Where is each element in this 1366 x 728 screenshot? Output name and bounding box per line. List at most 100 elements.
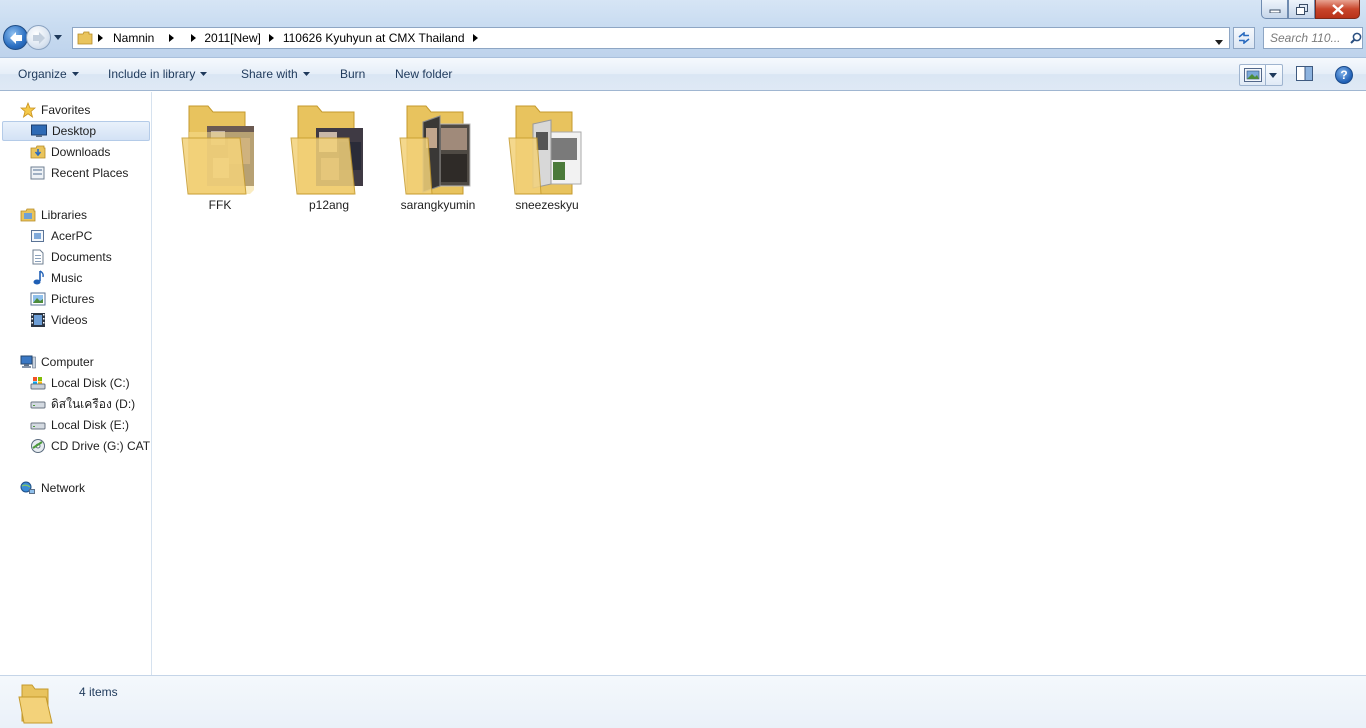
sidebar-group-libraries[interactable]: Libraries: [20, 205, 87, 225]
address-bar[interactable]: Namnin 2011[New] 110626 Kyuhyun at CMX T…: [72, 27, 1230, 49]
search-input[interactable]: [1270, 31, 1348, 45]
sidebar-item-label: Videos: [51, 313, 88, 327]
hard-drive-icon: [30, 422, 46, 430]
sidebar-group-label: Libraries: [41, 208, 88, 222]
share-with-menu[interactable]: Share with: [241, 67, 310, 81]
breadcrumb-item[interactable]: 2011[New]: [200, 31, 264, 45]
libraries-icon: [20, 208, 36, 222]
sidebar-group-computer[interactable]: Computer: [20, 352, 94, 372]
window-controls: [1261, 0, 1360, 19]
search-box[interactable]: [1263, 27, 1363, 49]
burn-label: Burn: [340, 67, 366, 81]
sidebar-item-videos[interactable]: Videos: [30, 310, 87, 330]
organize-label: Organize: [18, 67, 67, 81]
restore-button[interactable]: [1288, 0, 1315, 19]
sidebar-item-label: AcerPC: [51, 229, 93, 243]
sidebar-group-network[interactable]: Network: [20, 478, 85, 498]
search-icon[interactable]: [1350, 32, 1362, 44]
sidebar-item-documents[interactable]: Documents: [30, 247, 112, 267]
refresh-button[interactable]: [1233, 27, 1255, 49]
new-folder-label: New folder: [395, 67, 453, 81]
chevron-down-icon: [71, 72, 79, 76]
refresh-icon: [1238, 32, 1250, 44]
close-button[interactable]: [1315, 0, 1360, 19]
folder-tile[interactable]: p12ang: [279, 98, 379, 212]
folder-tile[interactable]: sarangkyumin: [388, 98, 488, 212]
item-count: 4 items: [79, 685, 118, 699]
sidebar-item-local-disk-c[interactable]: Local Disk (C:): [30, 373, 130, 393]
folder-thumbnail-icon: [508, 105, 582, 195]
forward-arrow-icon: [32, 31, 45, 44]
hard-drive-icon: [30, 401, 46, 409]
breadcrumb-root-arrow[interactable]: [93, 28, 107, 48]
title-bar: Namnin 2011[New] 110626 Kyuhyun at CMX T…: [0, 0, 1366, 58]
sidebar-item-label: Local Disk (C:): [51, 376, 130, 390]
new-folder-button[interactable]: New folder: [395, 67, 452, 81]
sidebar-item-label: Documents: [51, 250, 112, 264]
recent-pages-dropdown[interactable]: [53, 35, 63, 40]
breadcrumb-separator[interactable]: [469, 34, 483, 42]
folder-tile[interactable]: sneezeskyu: [497, 98, 597, 212]
sidebar-group-favorites[interactable]: Favorites: [20, 100, 90, 120]
sidebar-item-label: Downloads: [51, 145, 111, 159]
system-drive-icon: [30, 377, 46, 390]
breadcrumb: Namnin 2011[New] 110626 Kyuhyun at CMX T…: [107, 28, 483, 48]
breadcrumb-item[interactable]: 110626 Kyuhyun at CMX Thailand: [279, 31, 469, 45]
nav-buttons: [3, 25, 63, 50]
library-folder-icon: [31, 230, 44, 242]
sidebar-group-label: Favorites: [41, 103, 91, 117]
folder-name: sneezeskyu: [515, 198, 579, 212]
folder-name: sarangkyumin: [400, 198, 476, 212]
sidebar-item-label: ดิสในเครือง (D:): [51, 396, 136, 411]
sidebar-item-label: Local Disk (E:): [51, 418, 130, 432]
folder-thumbnail-icon: [399, 105, 471, 195]
documents-icon: [32, 249, 44, 265]
sidebar-item-downloads[interactable]: Downloads: [30, 142, 110, 162]
folder-name: p12ang: [308, 198, 350, 212]
chevron-right-icon: [190, 34, 196, 42]
sidebar-item-pictures[interactable]: Pictures: [30, 289, 94, 309]
network-icon: [20, 481, 35, 494]
breadcrumb-separator[interactable]: [164, 34, 178, 42]
sidebar-item-cd-drive-g[interactable]: CD Drive (G:) CAT C: [30, 436, 152, 456]
folder-icon: [77, 31, 93, 45]
organize-menu[interactable]: Organize: [18, 67, 79, 81]
minimize-button[interactable]: [1261, 0, 1288, 19]
breadcrumb-separator[interactable]: [186, 34, 200, 42]
include-in-library-menu[interactable]: Include in library: [108, 67, 208, 81]
back-button[interactable]: [3, 25, 28, 50]
music-icon: [33, 270, 44, 285]
sidebar-item-local-disk-e[interactable]: Local Disk (E:): [30, 415, 129, 435]
desktop-icon: [31, 124, 47, 137]
address-history-dropdown[interactable]: [1215, 34, 1223, 48]
help-button[interactable]: ?: [1335, 66, 1353, 84]
sidebar-item-recent-places[interactable]: Recent Places: [30, 163, 128, 183]
preview-pane-button[interactable]: [1296, 66, 1314, 85]
sidebar-item-music[interactable]: Music: [30, 268, 82, 288]
chevron-down-icon: [1215, 40, 1223, 45]
chevron-down-icon: [302, 72, 310, 76]
sidebar-item-acerpc[interactable]: AcerPC: [30, 226, 92, 246]
sidebar-group-label: Network: [41, 481, 86, 495]
back-arrow-icon: [9, 31, 22, 44]
details-pane: 4 items: [0, 675, 1366, 728]
sidebar-group-label: Computer: [41, 355, 94, 369]
sidebar-item-drive-d[interactable]: ดิสในเครือง (D:): [30, 394, 135, 414]
folder-thumbnail-icon: [181, 105, 254, 195]
chevron-down-icon[interactable]: [1269, 72, 1277, 78]
breadcrumb-separator[interactable]: [265, 34, 279, 42]
minimize-icon: [1269, 9, 1280, 13]
burn-button[interactable]: Burn: [340, 67, 365, 81]
downloads-icon: [30, 145, 46, 159]
computer-icon: [20, 355, 36, 369]
sidebar-item-label: CD Drive (G:) CAT C: [51, 439, 152, 453]
folder-name: FFK: [208, 198, 232, 212]
sidebar-item-label: Desktop: [52, 124, 97, 138]
sidebar-item-label: Music: [51, 271, 83, 285]
breadcrumb-item[interactable]: Namnin: [107, 31, 158, 45]
folder-icon: [18, 684, 53, 724]
sidebar-item-desktop[interactable]: Desktop: [2, 121, 150, 141]
forward-button[interactable]: [26, 25, 51, 50]
folder-tile[interactable]: FFK: [170, 98, 270, 212]
change-view-button[interactable]: [1239, 64, 1283, 86]
